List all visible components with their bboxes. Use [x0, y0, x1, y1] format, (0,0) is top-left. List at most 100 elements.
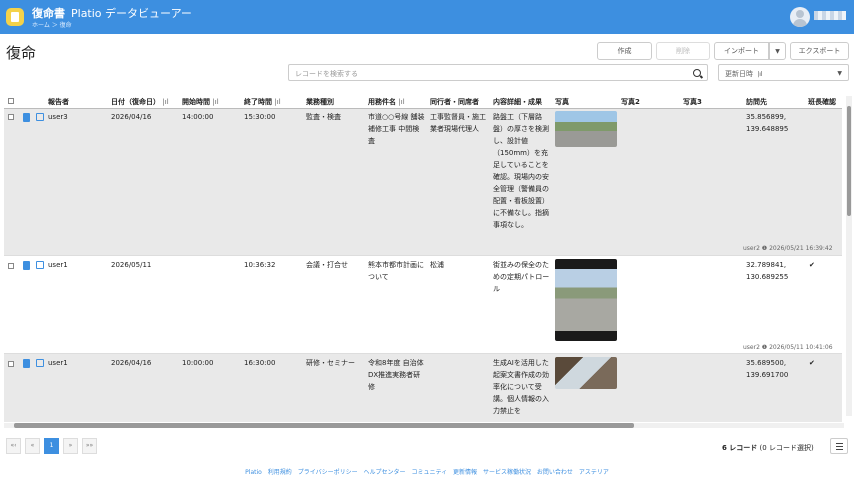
horizontal-scrollbar[interactable] — [4, 423, 844, 428]
app-logo-icon[interactable] — [6, 8, 24, 26]
cell-reporter: user1 — [48, 261, 68, 269]
edit-icon[interactable] — [36, 113, 44, 121]
col-date[interactable]: 日付（復命日） |ıl — [111, 97, 169, 107]
cell-location: 35.856899, 139.648895 — [746, 113, 789, 133]
breadcrumb[interactable]: ホーム ＞ 復命 — [32, 20, 72, 29]
col-subject[interactable]: 用務件名 |ıl — [368, 97, 405, 107]
cell-end: 16:30:00 — [244, 359, 276, 367]
cell-start: 14:00:00 — [182, 113, 214, 121]
cell-detail: 街並みの保全のための定期パトロール — [493, 261, 550, 293]
vertical-scrollbar[interactable] — [846, 96, 852, 416]
chevron-down-icon: ▼ — [837, 70, 842, 77]
col-location[interactable]: 訪問先 — [746, 97, 767, 107]
table-row[interactable]: user1 2026/05/11 10:36:32 会議・打合せ 熊本市都市計画… — [4, 256, 842, 354]
footer-link[interactable]: 更新情報 — [453, 469, 477, 476]
photo-thumbnail[interactable] — [555, 111, 617, 147]
cell-reporter: user1 — [48, 359, 68, 367]
table-row[interactable]: user1 2026/04/16 10:00:00 16:30:00 研修・セミ… — [4, 354, 842, 422]
edit-icon[interactable] — [36, 261, 44, 269]
document-icon[interactable] — [23, 359, 30, 368]
col-end[interactable]: 終了時間 |ıl — [244, 97, 281, 107]
row-updated-info: user2 ❶ 2026/05/21 16:39:42 — [743, 245, 833, 252]
check-icon: ✔ — [809, 261, 815, 269]
col-photo[interactable]: 写真 — [555, 97, 569, 107]
cell-detail: 生成AIを活用した起案文書作成の効率化について受講。個人情報の入力禁止を — [493, 359, 549, 415]
scroll-thumb[interactable] — [14, 423, 634, 428]
photo-thumbnail[interactable] — [555, 357, 617, 389]
col-companion[interactable]: 同行者・同席者 — [430, 97, 479, 107]
avatar[interactable] — [790, 7, 810, 27]
cell-start: 10:00:00 — [182, 359, 214, 367]
cell-detail: 路盤工（下層路盤）の厚さを検測し、設計値（150mm）を充足していることを確認。… — [493, 113, 549, 229]
cell-subject: 熊本市都市計画について — [368, 261, 424, 281]
cell-date: 2026/04/16 — [111, 359, 152, 367]
footer-link[interactable]: Platio — [245, 469, 262, 476]
cell-companion: 工事監督員・施工業者現場代理人 — [430, 113, 486, 133]
footer-links: Platio 利用規約 プライバシーポリシー ヘルプセンター コミュニティ 更新… — [0, 467, 854, 476]
table-row[interactable]: user3 2026/04/16 14:00:00 15:30:00 監査・検査… — [4, 109, 842, 256]
col-reporter[interactable]: 報告者 — [48, 97, 69, 107]
cell-end: 10:36:32 — [244, 261, 276, 269]
chevron-down-icon: ▼ — [775, 48, 780, 55]
row-checkbox[interactable] — [8, 361, 14, 367]
search-input[interactable]: レコードを検索する — [288, 64, 708, 81]
scroll-thumb[interactable] — [847, 106, 851, 216]
row-checkbox[interactable] — [8, 263, 14, 269]
records-table: 報告者 日付（復命日） |ıl 開始時間 |ıl 終了時間 |ıl 業務種別 用… — [4, 92, 842, 422]
document-icon[interactable] — [23, 261, 30, 270]
col-detail[interactable]: 内容詳細・成果 — [493, 97, 542, 107]
cell-companion: 松浦 — [430, 261, 444, 269]
table-header: 報告者 日付（復命日） |ıl 開始時間 |ıl 終了時間 |ıl 業務種別 用… — [4, 92, 842, 109]
menu-icon[interactable] — [830, 438, 848, 454]
footer-link[interactable]: アステリア — [579, 469, 609, 476]
cell-subject: 市道○○号線 舗装補修工事 中間検査 — [368, 113, 425, 145]
col-photo2[interactable]: 写真2 — [621, 97, 640, 107]
user-name-redacted[interactable] — [814, 11, 846, 20]
footer-link[interactable]: サービス稼働状況 — [483, 469, 531, 476]
prev-page-button[interactable]: « — [25, 438, 40, 454]
cell-date: 2026/04/16 — [111, 113, 152, 121]
import-button[interactable]: インポート — [714, 42, 769, 60]
current-page-button[interactable]: 1 — [44, 438, 59, 454]
cell-type: 研修・セミナー — [306, 359, 355, 367]
sort-select[interactable]: 更新日時 |ıl ▼ — [718, 64, 849, 81]
col-confirm[interactable]: 班長確認 — [808, 97, 836, 107]
footer-link[interactable]: 利用規約 — [268, 469, 292, 476]
edit-icon[interactable] — [36, 359, 44, 367]
app-title: 復命書 Platio データビューアー — [32, 7, 192, 20]
export-button[interactable]: エクスポート — [790, 42, 849, 60]
top-bar: 復命書 Platio データビューアー ホーム ＞ 復命 — [0, 0, 854, 34]
col-photo3[interactable]: 写真3 — [683, 97, 702, 107]
cell-subject: 令和8年度 自治体DX推進実務者研修 — [368, 359, 424, 391]
delete-button[interactable]: 削除 — [656, 42, 710, 60]
photo-thumbnail[interactable] — [555, 259, 617, 341]
cell-location: 35.689500, 139.691700 — [746, 359, 789, 379]
col-start[interactable]: 開始時間 |ıl — [182, 97, 219, 107]
cell-location: 32.789841, 130.689255 — [746, 261, 789, 281]
cell-date: 2026/05/11 — [111, 261, 152, 269]
cell-type: 監査・検査 — [306, 113, 341, 121]
footer-link[interactable]: プライバシーポリシー — [298, 469, 358, 476]
next-page-button[interactable]: » — [63, 438, 78, 454]
sort-label: 更新日時 — [725, 70, 753, 78]
row-checkbox[interactable] — [8, 114, 14, 120]
select-all-checkbox[interactable] — [8, 98, 14, 104]
document-icon[interactable] — [23, 113, 30, 122]
footer-link[interactable]: ヘルプセンター — [364, 469, 406, 476]
sort-icon: |ıl — [757, 71, 763, 78]
col-type[interactable]: 業務種別 — [306, 97, 334, 107]
create-button[interactable]: 作成 — [597, 42, 652, 60]
cell-end: 15:30:00 — [244, 113, 276, 121]
last-page-button[interactable]: »» — [82, 438, 97, 454]
cell-type: 会議・打合せ — [306, 261, 348, 269]
search-icon[interactable] — [693, 69, 701, 77]
check-icon: ✔ — [809, 359, 815, 367]
record-count: 6 レコード (0 レコード選択) — [722, 444, 814, 452]
footer-link[interactable]: コミュニティ — [411, 469, 447, 476]
import-dropdown-button[interactable]: ▼ — [769, 42, 786, 60]
cell-reporter: user3 — [48, 113, 68, 121]
first-page-button[interactable]: «‹ — [6, 438, 21, 454]
footer-link[interactable]: お問い合わせ — [537, 469, 573, 476]
row-updated-info: user2 ❶ 2026/05/11 10:41:06 — [743, 344, 833, 351]
search-placeholder: レコードを検索する — [295, 70, 358, 78]
